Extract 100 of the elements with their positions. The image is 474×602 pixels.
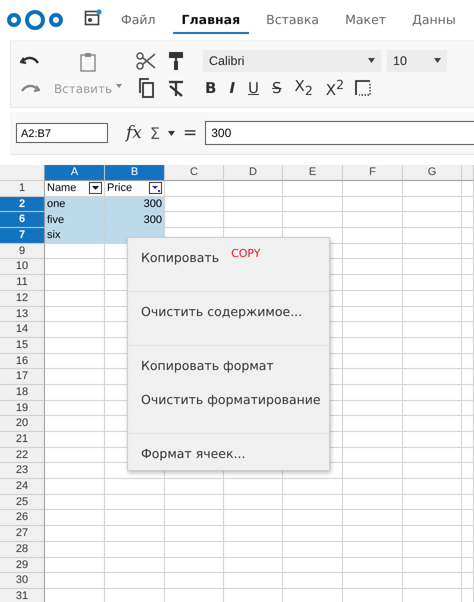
row-header[interactable]: 12 [0, 290, 45, 306]
menu-tab[interactable]: Макет [336, 6, 396, 34]
menu-tab[interactable]: Файл [112, 6, 165, 34]
row-header[interactable]: 1 [0, 181, 45, 197]
filter-button[interactable] [89, 182, 102, 194]
table-cell [45, 526, 105, 542]
table-cell [45, 354, 105, 370]
table-cell [462, 259, 474, 276]
row-header[interactable]: 20 [0, 416, 45, 432]
menu-item[interactable]: Очистить содержимое... [141, 304, 302, 318]
table-cell [403, 494, 462, 510]
row-header[interactable]: 9 [0, 244, 45, 260]
table-cell [283, 494, 343, 510]
table-cell [224, 181, 283, 197]
filter-button[interactable] [149, 182, 162, 194]
table-cell [403, 479, 462, 495]
table-cell [224, 510, 283, 526]
row-header[interactable]: 25 [0, 494, 45, 510]
row-header[interactable]: 27 [0, 526, 45, 542]
font-size-select[interactable]: 10 [387, 50, 447, 72]
row-header[interactable]: 2 [0, 196, 45, 212]
equals-button[interactable]: = [183, 123, 198, 143]
row-header[interactable]: 31 [0, 588, 45, 602]
row-header[interactable]: 26 [0, 510, 45, 526]
table-cell [283, 526, 343, 542]
table-cell [403, 228, 462, 244]
row-header[interactable]: 6 [0, 212, 45, 228]
menu-item[interactable]: Копировать [141, 250, 220, 264]
table-cell [462, 510, 474, 526]
table-cell [403, 259, 462, 276]
table-cell [105, 558, 165, 574]
row-header[interactable]: 23 [0, 463, 45, 480]
row-header[interactable]: 21 [0, 432, 45, 448]
column-header[interactable]: A [45, 165, 105, 181]
row-header[interactable]: 17 [0, 369, 45, 385]
column-header[interactable]: B [105, 165, 165, 181]
table-cell [45, 448, 105, 464]
dropdown-caret-icon [368, 58, 375, 63]
menu-item[interactable]: Очистить форматирование [141, 392, 321, 406]
clear-format-icon[interactable] [167, 78, 185, 96]
name-box[interactable]: A2:B7 [16, 123, 108, 143]
table-cell [165, 510, 224, 526]
copy-icon[interactable] [137, 78, 155, 98]
menu-item[interactable]: Формат ячеек... [141, 446, 246, 460]
table-cell [343, 322, 403, 338]
row-header[interactable]: 19 [0, 400, 45, 416]
scissors-icon[interactable] [136, 50, 156, 70]
row-header[interactable]: 28 [0, 542, 45, 558]
function-button[interactable]: fx [126, 123, 142, 143]
paint-roller-icon[interactable] [168, 50, 184, 70]
table-cell [343, 479, 403, 495]
font-select[interactable]: Calibri [203, 50, 381, 72]
table-cell [343, 510, 403, 526]
menu-tab[interactable]: Главная [172, 6, 250, 34]
row-header[interactable]: 7 [0, 228, 45, 244]
table-cell [462, 526, 474, 542]
table-cell [283, 479, 343, 495]
format-button[interactable]: S [270, 78, 284, 96]
caret-icon[interactable] [168, 130, 175, 136]
document-icon[interactable] [84, 9, 102, 27]
column-header[interactable]: E [283, 165, 343, 181]
clipboard-icon[interactable] [80, 52, 96, 72]
row-header[interactable]: 14 [0, 322, 45, 338]
row-header[interactable]: 22 [0, 448, 45, 464]
format-button[interactable]: I [227, 78, 238, 96]
row-header[interactable]: 24 [0, 479, 45, 495]
table-cell [462, 384, 474, 401]
row-header[interactable]: 15 [0, 338, 45, 354]
row-header[interactable]: 11 [0, 275, 45, 291]
table-cell [105, 510, 165, 526]
row-header[interactable]: 10 [0, 259, 45, 276]
format-button[interactable]: B [203, 78, 218, 96]
corner-cell[interactable] [0, 165, 45, 181]
table-cell [403, 463, 462, 480]
table-cell [343, 212, 403, 228]
menu-tab[interactable]: Вставка [257, 6, 328, 34]
column-header[interactable]: F [343, 165, 403, 181]
row-header[interactable]: 29 [0, 558, 45, 574]
row-header[interactable]: 30 [0, 573, 45, 589]
menu-item[interactable]: Копировать формат [141, 358, 274, 372]
dropdown-caret-icon [434, 58, 441, 63]
row-header[interactable]: 18 [0, 384, 45, 401]
column-header[interactable]: G [403, 165, 462, 181]
table-cell [403, 338, 462, 354]
table-cell [403, 354, 462, 370]
table-cell [45, 542, 105, 558]
format-button[interactable]: U [246, 78, 262, 96]
logo-icon[interactable] [6, 9, 64, 31]
formula-input[interactable]: 300 [205, 121, 474, 145]
menu-tab[interactable]: Данны [403, 6, 465, 34]
table-cell [462, 479, 474, 495]
row-header[interactable]: 13 [0, 306, 45, 322]
format-button[interactable]: X$^{2}$ [324, 76, 346, 98]
table-cell [45, 494, 105, 510]
row-header[interactable]: 16 [0, 354, 45, 370]
format-button[interactable]: X$_{2}$ [292, 77, 315, 98]
border-icon[interactable] [355, 80, 372, 96]
sum-button[interactable]: Σ [150, 124, 160, 142]
column-header[interactable]: C [165, 165, 224, 181]
column-header[interactable]: D [224, 165, 283, 181]
